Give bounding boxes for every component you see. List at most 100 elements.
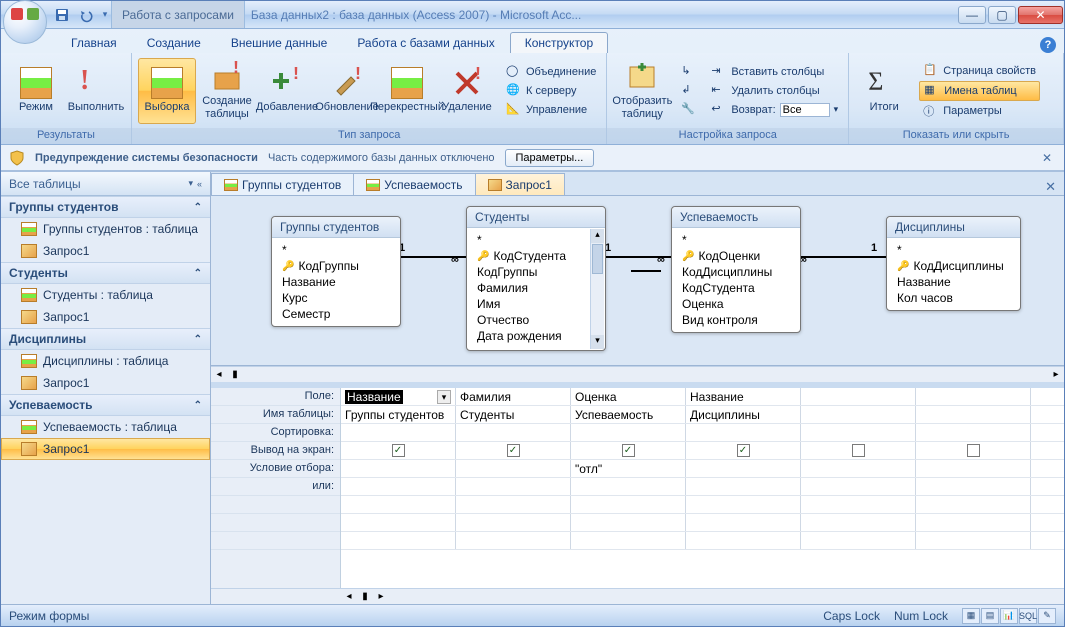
table-box-groups[interactable]: Группы студентов*🔑КодГруппыНазваниеКурсС… — [271, 216, 401, 327]
table-field[interactable]: КодГруппы — [477, 264, 595, 280]
qat-undo-button[interactable] — [75, 4, 97, 26]
builder-button[interactable]: 🔧 — [677, 101, 701, 119]
grid-cell[interactable]: Оценка — [571, 388, 686, 405]
grid-cell[interactable] — [801, 388, 916, 405]
chevron-up-icon[interactable]: ⌃ — [194, 334, 202, 345]
view-datasheet-button[interactable]: ▦ — [962, 608, 980, 624]
grid-cell[interactable] — [341, 514, 456, 531]
show-checkbox[interactable] — [967, 444, 980, 457]
nav-group-header[interactable]: Успеваемость⌃ — [1, 394, 210, 416]
table-field[interactable]: КодДисциплины — [682, 264, 790, 280]
grid-cell[interactable] — [916, 496, 1031, 513]
grid-cell[interactable] — [456, 460, 571, 477]
table-field[interactable]: Фамилия — [477, 280, 595, 296]
table-field[interactable]: 🔑КодГруппы — [282, 258, 390, 274]
grid-cell[interactable] — [341, 460, 456, 477]
table-field[interactable]: Имя — [477, 296, 595, 312]
scroll-thumb[interactable]: ▮ — [357, 591, 373, 602]
view-button[interactable]: Режим — [7, 58, 65, 124]
datadef-button[interactable]: 📐Управление — [502, 101, 600, 119]
grid-cell[interactable] — [456, 532, 571, 549]
nav-item-query[interactable]: Запрос1 — [1, 240, 210, 262]
table-field[interactable]: Дата рождения — [477, 328, 595, 344]
qat-dropdown-button[interactable]: ▾ — [99, 4, 111, 26]
propsheet-button[interactable]: 📋Страница свойств — [919, 62, 1040, 80]
grid-cell[interactable]: Дисциплины — [686, 406, 801, 423]
grid-cell[interactable] — [801, 514, 916, 531]
table-field[interactable]: Отчество — [477, 312, 595, 328]
scroll-right-icon[interactable]: ▸ — [1048, 369, 1064, 380]
table-box-title[interactable]: Группы студентов — [272, 217, 400, 238]
grid-cell[interactable] — [456, 478, 571, 495]
insertrows-button[interactable]: ↳ — [677, 63, 701, 81]
security-close-button[interactable]: ✕ — [1038, 151, 1056, 165]
table-field[interactable]: 🔑КодСтудента — [477, 248, 595, 264]
grid-cell[interactable] — [801, 460, 916, 477]
close-button[interactable]: ✕ — [1018, 6, 1063, 24]
grid-cell[interactable]: Название — [686, 388, 801, 405]
show-checkbox[interactable]: ✓ — [622, 444, 635, 457]
return-input[interactable] — [780, 103, 830, 117]
table-box-disciplines[interactable]: Дисциплины*🔑КодДисциплиныНазваниеКол час… — [886, 216, 1021, 311]
nav-header[interactable]: Все таблицы ▾ « — [1, 172, 210, 196]
grid-cell[interactable] — [456, 424, 571, 441]
tab-progress[interactable]: Успеваемость — [353, 173, 475, 195]
grid-cell[interactable]: Фамилия — [456, 388, 571, 405]
grid-cell[interactable] — [801, 532, 916, 549]
table-field[interactable]: Оценка — [682, 296, 790, 312]
chevron-up-icon[interactable]: ⌃ — [194, 202, 202, 213]
scroll-left-icon[interactable]: ◂ — [341, 591, 357, 602]
show-checkbox[interactable] — [852, 444, 865, 457]
insertcols-button[interactable]: ⇥Вставить столбцы — [707, 63, 842, 81]
table-box-progress[interactable]: Успеваемость*🔑КодОценкиКодДисциплиныКодС… — [671, 206, 801, 333]
grid-cell[interactable]: ✓ — [686, 442, 801, 459]
tab-query1[interactable]: Запрос1 — [475, 173, 565, 195]
table-field[interactable]: Название — [897, 274, 1010, 290]
nav-item-table[interactable]: Дисциплины : таблица — [1, 350, 210, 372]
grid-cell[interactable] — [801, 496, 916, 513]
grid-cell[interactable] — [916, 460, 1031, 477]
nav-group-header[interactable]: Студенты⌃ — [1, 262, 210, 284]
view-design-button[interactable]: ✎ — [1038, 608, 1056, 624]
grid-cell[interactable] — [571, 514, 686, 531]
scroll-right-icon[interactable]: ▸ — [373, 591, 389, 602]
minimize-button[interactable]: — — [958, 6, 986, 24]
grid-cell[interactable] — [916, 514, 1031, 531]
append-button[interactable]: ! Добавление — [258, 58, 316, 124]
nav-item-query[interactable]: Запрос1 — [1, 306, 210, 328]
chevron-up-icon[interactable]: ⌃ — [194, 268, 202, 279]
grid-cell[interactable] — [571, 478, 686, 495]
grid-cell[interactable]: Название▾ — [341, 388, 456, 405]
grid-cell[interactable] — [801, 424, 916, 441]
grid-cell[interactable] — [686, 496, 801, 513]
table-box-title[interactable]: Дисциплины — [887, 217, 1020, 238]
grid-cell[interactable] — [571, 496, 686, 513]
table-box-students[interactable]: Студенты*🔑КодСтудентаКодГруппыФамилияИмя… — [466, 206, 606, 351]
grid-cell[interactable] — [801, 406, 916, 423]
scroll-thumb[interactable]: ▮ — [227, 369, 243, 380]
nav-group-header[interactable]: Группы студентов⌃ — [1, 196, 210, 218]
parameters-button[interactable]: ⓘПараметры — [919, 102, 1040, 120]
tab-external[interactable]: Внешние данные — [216, 32, 343, 53]
table-field[interactable]: Название — [282, 274, 390, 290]
table-box-title[interactable]: Студенты — [467, 207, 605, 228]
grid-cell[interactable] — [341, 496, 456, 513]
update-button[interactable]: ! Обновление — [318, 58, 376, 124]
deletecols-button[interactable]: ⇤Удалить столбцы — [707, 82, 842, 100]
show-checkbox[interactable]: ✓ — [507, 444, 520, 457]
tab-designer[interactable]: Конструктор — [510, 32, 608, 53]
scroll-left-icon[interactable]: ◂ — [211, 369, 227, 380]
grid-cell[interactable]: ✓ — [456, 442, 571, 459]
table-field[interactable]: 🔑КодОценки — [682, 248, 790, 264]
grid-cell[interactable] — [916, 478, 1031, 495]
table-field[interactable]: 🔑КодДисциплины — [897, 258, 1010, 274]
grid-cell[interactable] — [686, 532, 801, 549]
nav-item-table[interactable]: Группы студентов : таблица — [1, 218, 210, 240]
tab-dbtools[interactable]: Работа с базами данных — [342, 32, 509, 53]
table-field[interactable]: Вид контроля — [682, 312, 790, 328]
grid-cell[interactable]: "отл" — [571, 460, 686, 477]
show-checkbox[interactable]: ✓ — [392, 444, 405, 457]
grid-cell[interactable] — [456, 496, 571, 513]
nav-collapse-icon[interactable]: « — [197, 179, 202, 189]
grid-cell[interactable] — [801, 478, 916, 495]
